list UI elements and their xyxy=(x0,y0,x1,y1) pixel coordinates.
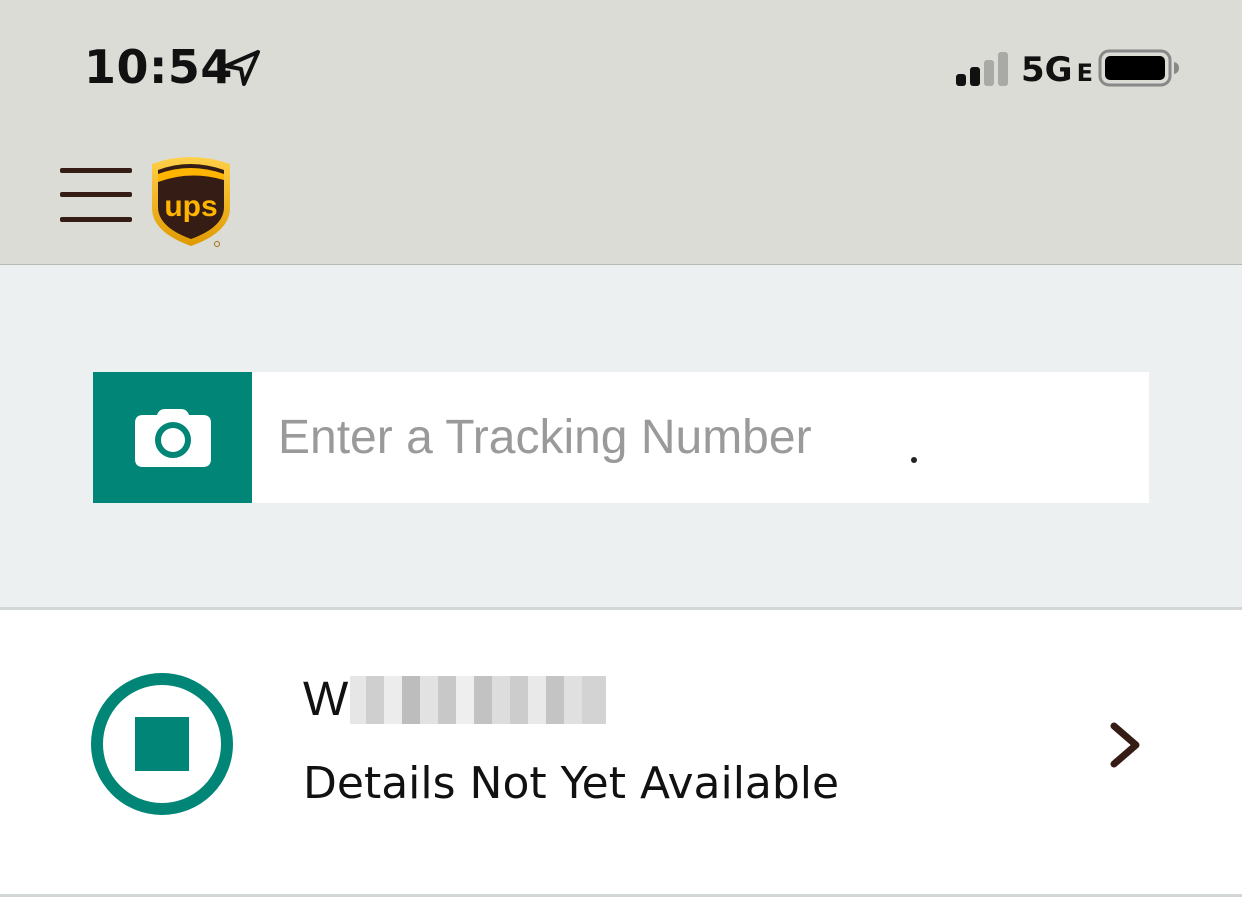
location-arrow-icon xyxy=(224,50,260,86)
ups-logo[interactable]: ups xyxy=(146,152,236,250)
text-cursor-dot xyxy=(911,457,917,463)
network-type: 5G xyxy=(1021,50,1073,90)
shipment-list-item[interactable]: W Details Not Yet Available xyxy=(0,610,1242,897)
search-section xyxy=(0,265,1242,610)
network-suffix: E xyxy=(1076,59,1093,87)
redacted-tracking-digits xyxy=(350,675,607,724)
app-header: ups xyxy=(0,130,1242,265)
tracking-number-prefix: W xyxy=(303,673,349,726)
tracking-number-input[interactable] xyxy=(252,372,1149,503)
stop-circle-icon xyxy=(91,673,233,815)
shipment-status: Details Not Yet Available xyxy=(303,758,840,809)
hamburger-menu-icon[interactable] xyxy=(58,166,134,226)
camera-scan-button[interactable] xyxy=(93,372,252,503)
ups-logo-text: ups xyxy=(164,190,217,223)
camera-icon xyxy=(135,409,211,467)
chevron-right-icon xyxy=(1110,722,1140,768)
status-time: 10:54 xyxy=(84,40,233,94)
battery-icon xyxy=(1098,49,1179,87)
cellular-signal-icon xyxy=(956,52,1008,86)
network-label: 5G E xyxy=(1021,50,1093,90)
status-bar: 10:54 5G E xyxy=(0,0,1242,130)
tracking-number: W xyxy=(303,672,607,727)
